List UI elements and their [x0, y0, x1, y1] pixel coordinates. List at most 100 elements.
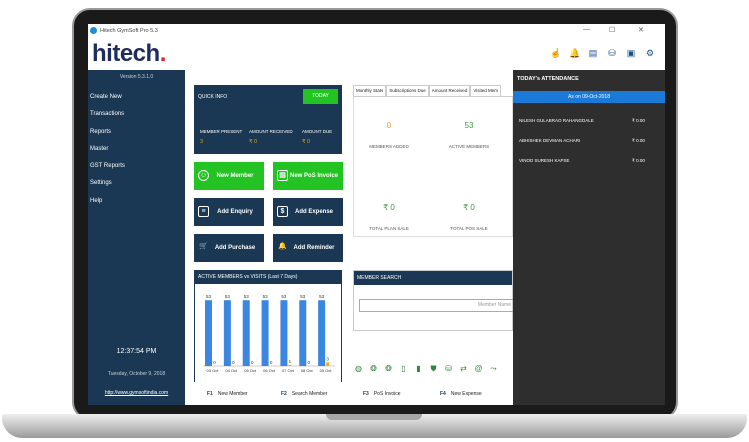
today-button[interactable]: TODAY: [303, 89, 338, 104]
quick-info-title: QUICK INFO: [198, 94, 228, 100]
share-icon[interactable]: ⤳: [489, 364, 498, 373]
member-present-label: MEMBER PRESENT: [200, 129, 243, 134]
member-present-value: 3: [200, 139, 204, 145]
member-search-title: MEMBER SEARCH: [354, 271, 512, 285]
chart-title: ACTIVE MEMBERS vs VISITS (Last 7 Days): [195, 271, 341, 284]
maximize-button[interactable]: ☐: [609, 26, 615, 34]
shortcut-new-expense[interactable]: F4 New Expense: [440, 391, 482, 397]
title-bar: Hitech GymSoft Pro 5.3 — ☐ ✕: [88, 24, 665, 38]
database-icon[interactable]: ⛁: [444, 364, 453, 373]
chart-tick-label: 05 Oct: [244, 368, 257, 373]
chart-bar: [261, 300, 269, 366]
chart-bar: [299, 300, 307, 366]
chart-data-label: 0: [308, 360, 311, 365]
app-icon: [90, 27, 97, 34]
chart-tick-label: 06 Oct: [263, 368, 276, 373]
gear-icon[interactable]: ⚙: [645, 48, 655, 58]
sync-icon[interactable]: ⇄: [459, 364, 468, 373]
chart-bar: [242, 300, 250, 366]
chart-data-label: 53: [263, 294, 269, 299]
user-icon: ☺: [198, 170, 209, 181]
chart-bar: [205, 300, 212, 366]
amount-due-value: ₹ 0: [302, 139, 311, 145]
shortcut-bar: F1 New Member F2 Search Member F3 PoS Invoi…: [185, 382, 513, 405]
new-pos-invoice-button[interactable]: ▤ New PoS Invoice: [273, 162, 343, 190]
sidebar-item-settings[interactable]: Settings: [90, 178, 125, 195]
chart-bar: [326, 362, 330, 366]
sidebar-item-transactions[interactable]: Transactions: [90, 109, 125, 126]
attendance-title: TODAY's ATTENDANCE: [517, 76, 579, 82]
plan-sale-value: ₹ 0: [383, 203, 395, 212]
bottom-icon-bar: ◍ ❂ ❂ ▯ ▮ ⛊ ⛁ ⇄ @ ⤳: [354, 364, 498, 373]
email-icon[interactable]: @: [474, 364, 483, 373]
new-member-button[interactable]: ☺ New Member: [194, 162, 264, 190]
tab-subscriptions-due[interactable]: Subscriptions Due: [386, 85, 429, 96]
sidebar-item-create-new[interactable]: Create New: [90, 92, 125, 109]
plan-sale-label: TOTAL PLAN SALE: [369, 226, 409, 231]
sidebar-item-help[interactable]: Help: [90, 196, 125, 213]
sidebar-item-reports[interactable]: Reports: [90, 127, 125, 144]
chart-data-label: 53: [206, 294, 212, 299]
chart-tick-label: 09 Oct: [320, 368, 333, 373]
quick-info-panel: QUICK INFO TODAY MEMBER PRESENT AMOUNT R…: [194, 85, 342, 154]
fingerprint-icon[interactable]: ❂: [384, 364, 393, 373]
pos-sale-label: TOTAL POS SALE: [450, 226, 488, 231]
shield-icon[interactable]: ⛊: [429, 364, 438, 373]
card-icon[interactable]: ▣: [626, 48, 636, 58]
shortcut-pos-invoice[interactable]: F3 PoS Invoice: [363, 391, 401, 397]
members-added-label: MEMBERS ADDED: [369, 144, 409, 149]
sidebar-item-gst-reports[interactable]: GST Reports: [90, 161, 125, 178]
bell-icon[interactable]: 🔔: [569, 48, 580, 58]
amount-received-label: AMOUNT RECEIVED: [249, 129, 293, 134]
coins-icon[interactable]: ⛁: [607, 48, 617, 58]
member-search-panel: MEMBER SEARCH Member Name: [353, 270, 514, 331]
chart-data-label: 53: [244, 294, 250, 299]
chart-bar: [280, 300, 288, 366]
attendance-row-amount: ₹ 0.00: [632, 138, 645, 143]
tablet-icon[interactable]: ▯: [399, 364, 408, 373]
current-date: Tuesday, October 9, 2018: [107, 371, 166, 377]
attendance-row-amount: ₹ 0.00: [632, 158, 645, 163]
window-title: Hitech GymSoft Pro 5.3: [100, 28, 158, 34]
add-enquiry-button[interactable]: ≡ Add Enquiry: [194, 198, 264, 226]
laptop-notch: [326, 414, 422, 420]
fingerprint-icon[interactable]: ❂: [369, 364, 378, 373]
tab-amount-received[interactable]: Amount Received: [428, 85, 471, 96]
phone-icon[interactable]: ▮: [414, 364, 423, 373]
expense-icon: $: [277, 206, 288, 217]
tab-monthly-stats[interactable]: Monthly Stats: [353, 85, 387, 96]
add-reminder-button[interactable]: 🔔 Add Reminder: [273, 234, 343, 262]
chart-tick-label: 03 Oct: [207, 368, 220, 373]
chart-tick-label: 07 Oct: [282, 368, 295, 373]
sidebar-item-master[interactable]: Master: [90, 144, 125, 161]
attendance-row-name[interactable]: NILESH GULABRAO RAHANGDALE: [519, 118, 594, 123]
close-button[interactable]: ✕: [638, 26, 644, 34]
minimize-button[interactable]: —: [583, 26, 590, 33]
attendance-row-name[interactable]: VINOD SURESH KAPSE: [519, 158, 570, 163]
add-purchase-button[interactable]: 🛒 Add Purchase: [194, 234, 264, 262]
shortcut-search-member[interactable]: F2 Search Member: [281, 391, 327, 397]
user-hand-icon[interactable]: ☝: [550, 48, 561, 58]
chart-data-label: 0: [270, 360, 273, 365]
toolbar-icons: ☝ 🔔 ▤ ⛁ ▣ ⚙: [550, 48, 655, 58]
members-added-value: 0: [386, 121, 392, 130]
chart-data-label: 3: [326, 356, 329, 361]
chart-bar: [288, 364, 292, 366]
pos-sale-value: ₹ 0: [463, 203, 475, 212]
chart-data-label: 53: [319, 294, 325, 299]
chart-tick-label: 04 Oct: [225, 368, 238, 373]
sidebar: Version 5.3.1.0 Create New Transactions …: [88, 70, 185, 405]
member-search-input[interactable]: Member Name: [359, 299, 514, 312]
app-window: Hitech GymSoft Pro 5.3 — ☐ ✕ hitech. ☝ 🔔…: [88, 24, 665, 405]
chart-data-label: 53: [281, 294, 287, 299]
globe-icon[interactable]: ◍: [354, 364, 363, 373]
version-label: Version 5.3.1.0: [119, 74, 154, 80]
attendance-panel: TODAY's ATTENDANCE As on 09-Oct-2018 NIL…: [513, 70, 665, 405]
document-icon[interactable]: ▤: [588, 48, 598, 58]
add-expense-button[interactable]: $ Add Expense: [273, 198, 343, 226]
tab-visited-members[interactable]: Visited Mem: [470, 85, 502, 96]
website-link[interactable]: http://www.gymsoftindia.com: [88, 390, 185, 396]
chart-data-label: 1: [289, 359, 292, 364]
shortcut-new-member[interactable]: F1 New Member: [207, 391, 248, 397]
attendance-row-name[interactable]: ABHISHEK DEVMAN ACHARI: [519, 138, 580, 143]
